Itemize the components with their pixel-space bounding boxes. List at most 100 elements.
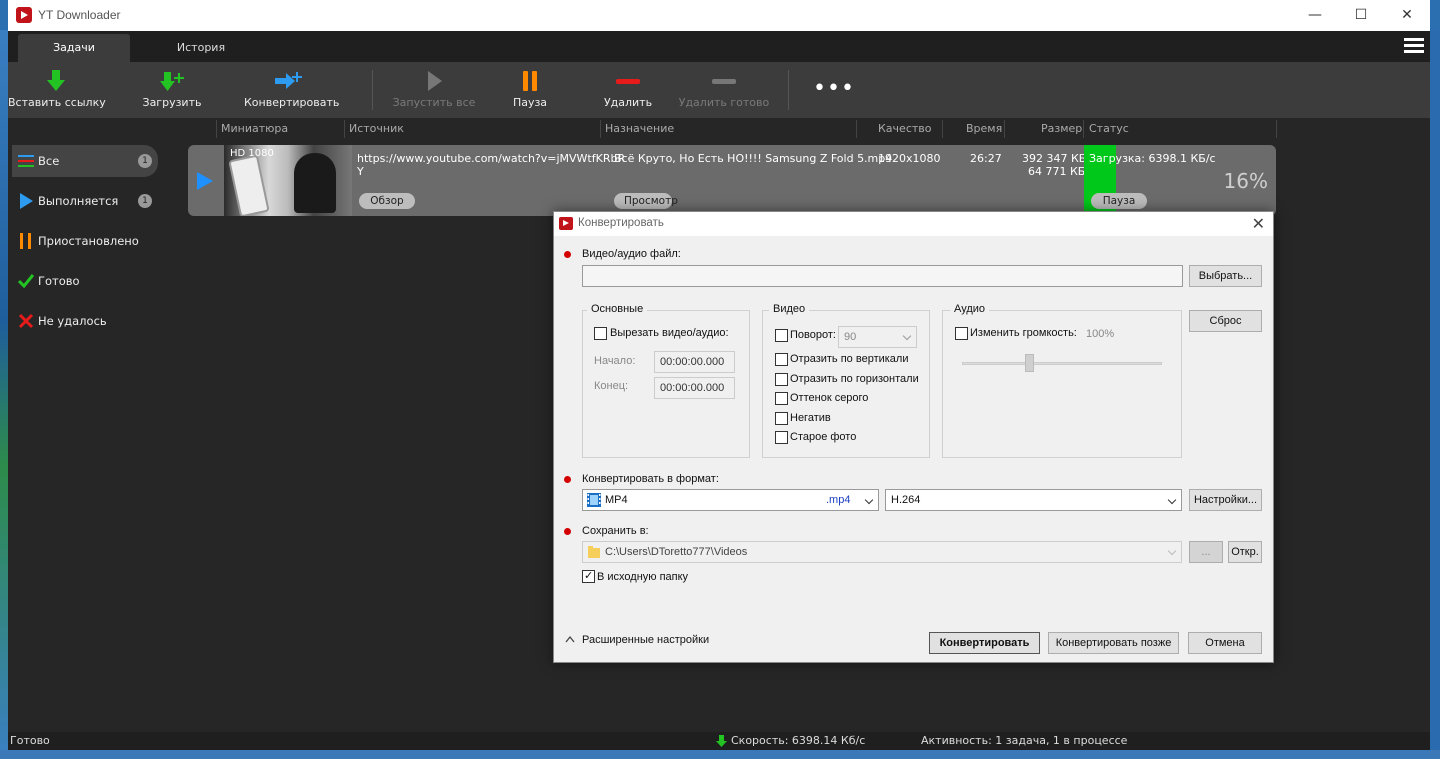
file-input[interactable]	[582, 265, 1183, 287]
save-path-value: C:\Users\DToretto777\Videos	[605, 546, 748, 558]
status-text: Загрузка: 6398.1 КБ/с	[1089, 152, 1216, 165]
toolbar: Вставить ссылку Загрузить Конвертировать…	[8, 62, 1430, 118]
more-options-icon[interactable]: •••	[813, 76, 855, 101]
save-path-select[interactable]: C:\Users\DToretto777\Videos	[582, 541, 1182, 563]
column-header-quality[interactable]: Качество	[878, 120, 932, 138]
play-icon[interactable]	[197, 172, 213, 190]
column-header-time[interactable]: Время	[966, 120, 1002, 138]
cut-checkbox[interactable]	[594, 327, 607, 340]
rotate-value: 90	[844, 331, 857, 343]
flip-horizontal-checkbox[interactable]	[775, 373, 788, 386]
cancel-button[interactable]: Отмена	[1188, 632, 1262, 654]
close-icon[interactable]: ✕	[1252, 214, 1265, 234]
sidebar-item-label: Готово	[38, 274, 80, 288]
play-icon	[428, 71, 442, 91]
save-label: Сохранить в:	[582, 525, 649, 537]
flip-horizontal-label: Отразить по горизонтали	[790, 373, 919, 385]
open-folder-button[interactable]: Откр.	[1228, 541, 1262, 563]
sidebar-item-failed[interactable]: Не удалось	[12, 305, 158, 337]
flip-vertical-checkbox[interactable]	[775, 353, 788, 366]
check-icon	[18, 274, 34, 289]
chevron-up-icon[interactable]	[565, 635, 575, 643]
reset-button[interactable]: Сброс	[1189, 310, 1262, 332]
convert-button[interactable]: Конвертировать	[244, 62, 339, 118]
pause-task-button[interactable]: Пауза	[1091, 193, 1147, 209]
film-icon	[587, 493, 601, 507]
sidebar-item-all[interactable]: Все 1	[12, 145, 158, 177]
paste-link-button[interactable]: Вставить ссылку	[8, 62, 106, 118]
convert-button[interactable]: Конвертировать	[929, 632, 1040, 654]
pause-icon	[20, 233, 31, 249]
minimize-button[interactable]: —	[1292, 0, 1338, 31]
tab-tasks[interactable]: Задачи	[18, 34, 130, 62]
rotate-checkbox[interactable]	[775, 329, 788, 342]
source-folder-checkbox[interactable]	[582, 569, 595, 583]
volume-label: Изменить громкость:	[970, 327, 1077, 339]
thumbnail-person	[294, 153, 336, 213]
file-label: Видео/аудио файл:	[582, 248, 681, 260]
volume-slider-handle[interactable]	[1025, 354, 1034, 372]
download-button[interactable]: Загрузить	[136, 62, 208, 118]
sidebar-item-paused[interactable]: Приостановлено	[12, 225, 158, 257]
browse-source-button[interactable]: Обзор	[359, 193, 415, 209]
size-total: 392 347 КБ	[1022, 152, 1087, 165]
desktop-background-left	[0, 30, 8, 759]
task-row[interactable]: HD 1080 https://www.youtube.com/watch?v=…	[188, 145, 1276, 216]
toolbar-separator	[372, 70, 373, 110]
menu-icon[interactable]	[1404, 38, 1424, 54]
sidebar-item-running[interactable]: Выполняется 1	[12, 185, 158, 217]
column-header-destination[interactable]: Назначение	[605, 120, 674, 138]
format-select[interactable]: MP4 .mp4	[582, 489, 879, 511]
activity-text: Активность: 1 задача, 1 в процессе	[921, 734, 1128, 747]
volume-slider-track[interactable]	[962, 362, 1162, 365]
audio-group-title: Аудио	[950, 303, 990, 315]
browse-folder-button[interactable]: ...	[1189, 541, 1223, 563]
column-separator	[1004, 120, 1005, 138]
column-header-thumbnail[interactable]: Миниатюра	[221, 120, 288, 138]
column-header-size[interactable]: Размер	[1041, 120, 1082, 138]
play-icon	[20, 193, 33, 209]
format-extension: .mp4	[826, 494, 851, 506]
column-separator	[600, 120, 601, 138]
status-bar: Готово Скорость: 6398.14 Кб/с Активность…	[8, 732, 1430, 750]
end-time-input[interactable]: 00:00:00.000	[654, 377, 735, 399]
old-photo-checkbox[interactable]	[775, 431, 788, 444]
quality-value: 1920x1080	[878, 152, 941, 165]
required-marker	[564, 476, 571, 483]
column-header-source[interactable]: Источник	[349, 120, 404, 138]
convert-later-button[interactable]: Конвертировать позже	[1048, 632, 1179, 654]
advanced-settings-link[interactable]: Расширенные настройки	[582, 634, 709, 646]
count-badge: 1	[138, 194, 152, 208]
column-header-status[interactable]: Статус	[1089, 120, 1129, 138]
minus-red-icon	[616, 79, 640, 84]
cut-label: Вырезать видео/аудио:	[610, 327, 729, 339]
download-plus-icon	[160, 72, 184, 91]
codec-select[interactable]: H.264	[885, 489, 1182, 511]
close-button[interactable]: ✕	[1384, 0, 1430, 31]
preview-button[interactable]: Просмотр	[614, 193, 678, 209]
start-label: Начало:	[594, 355, 636, 367]
column-separator	[942, 120, 943, 138]
start-time-input[interactable]: 00:00:00.000	[654, 351, 735, 373]
pause-button[interactable]: Пауза	[500, 62, 560, 118]
start-all-button[interactable]: Запустить все	[392, 62, 476, 118]
format-settings-button[interactable]: Настройки...	[1189, 489, 1262, 511]
tab-history[interactable]: История	[158, 34, 244, 62]
negative-checkbox[interactable]	[775, 412, 788, 425]
delete-done-button[interactable]: Удалить готово	[676, 62, 772, 118]
column-separator	[344, 120, 345, 138]
rotate-label: Поворот:	[790, 329, 836, 341]
chevron-down-icon	[902, 331, 912, 341]
maximize-button[interactable]: ☐	[1338, 0, 1384, 31]
title-bar: YT Downloader — ☐ ✕	[8, 0, 1430, 31]
sidebar-item-done[interactable]: Готово	[12, 265, 158, 297]
desktop-taskbar-strip	[0, 750, 1440, 759]
grayscale-label: Оттенок серого	[790, 392, 869, 404]
delete-button[interactable]: Удалить	[596, 62, 660, 118]
rotate-select[interactable]: 90	[838, 326, 917, 348]
source-url: https://www.youtube.com/watch?v=jMVWtfKR…	[357, 152, 626, 165]
volume-checkbox[interactable]	[955, 327, 968, 340]
grayscale-checkbox[interactable]	[775, 392, 788, 405]
choose-file-button[interactable]: Выбрать...	[1189, 265, 1262, 287]
app-logo-icon	[559, 217, 573, 230]
